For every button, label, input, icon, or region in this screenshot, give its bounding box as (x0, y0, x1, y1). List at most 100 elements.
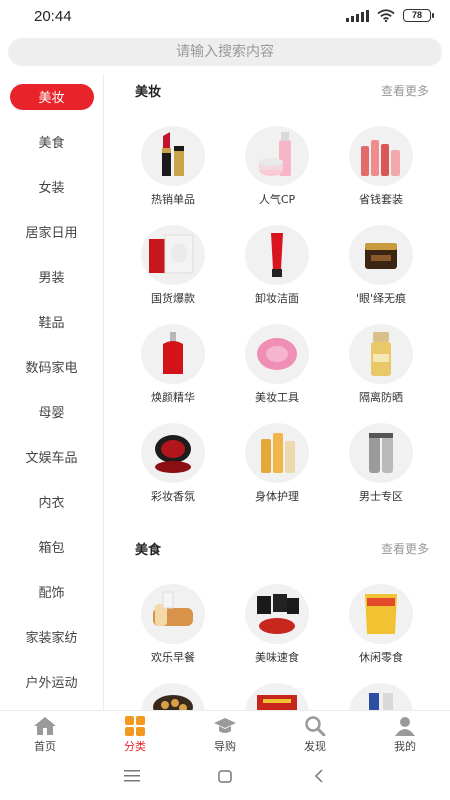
section-header: 美妆 查看更多 (104, 74, 450, 106)
lipstick-icon (141, 126, 205, 186)
subcategory-item[interactable]: 美妆工具 (225, 324, 329, 423)
subcategory-item[interactable]: 彩妆香氛 (121, 423, 225, 522)
section-header: 美食 查看更多 (104, 532, 450, 564)
category-content: 美妆 查看更多 热销单品 人气CP 省钱套装 国货爆款 卸妆洁面 '眼'绎无痕 … (104, 74, 450, 710)
sidebar-item-entertainment-auto[interactable]: 文娱车品 (0, 434, 103, 479)
drinks-icon (349, 683, 413, 710)
subcategory-label: 美妆工具 (255, 391, 299, 404)
subcategory-item[interactable]: 美味速食 (225, 584, 329, 683)
tab-profile[interactable]: 我的 (360, 711, 450, 756)
subcategory-label: 隔离防晒 (359, 391, 403, 404)
search-input[interactable] (8, 44, 442, 60)
sidebar-item-bags[interactable]: 箱包 (0, 524, 103, 569)
subcategory-item[interactable]: 卸妆洁面 (225, 225, 329, 324)
subcategory-label: 欢乐早餐 (151, 651, 195, 664)
sidebar-item-label: 美食 (38, 136, 65, 151)
sidebar-item-baby[interactable]: 母婴 (0, 389, 103, 434)
sidebar-item-label: 户外运动 (25, 676, 78, 691)
instant-noodles-icon (245, 584, 309, 644)
category-sidebar: 美妆 美食 女装 居家日用 男装 鞋品 数码家电 母婴 文娱车品 内衣 箱包 配… (0, 74, 104, 710)
status-bar: 20:44 78 (0, 0, 450, 34)
tab-home[interactable]: 首页 (0, 711, 90, 756)
see-more-link[interactable]: 查看更多 (381, 540, 429, 557)
subcategory-item[interactable]: 男士专区 (329, 423, 433, 522)
sidebar-item-label: 数码家电 (25, 361, 78, 376)
subcategory-item[interactable]: 焕颜精华 (121, 324, 225, 423)
sidebar-item-mens-clothing[interactable]: 男装 (0, 254, 103, 299)
face-mask-icon (141, 225, 205, 285)
subcategory-label: 卸妆洁面 (255, 292, 299, 305)
sidebar-item-womens-clothing[interactable]: 女装 (0, 164, 103, 209)
cookies-icon (141, 683, 205, 710)
subcategory-label: 彩妆香氛 (151, 490, 195, 503)
tab-discover[interactable]: 发现 (270, 711, 360, 756)
subcategory-item[interactable]: 隔离防晒 (329, 324, 433, 423)
sidebar-item-label: 女装 (38, 181, 65, 196)
sidebar-item-beauty[interactable]: 美妆 (0, 74, 103, 119)
subcategory-item[interactable]: 热销单品 (121, 126, 225, 225)
sidebar-item-digital[interactable]: 数码家电 (0, 344, 103, 389)
sidebar-item-label: 美妆 (9, 83, 94, 110)
sidebar-item-shoes[interactable]: 鞋品 (0, 299, 103, 344)
sidebar-item-household[interactable]: 居家日用 (0, 209, 103, 254)
graduation-cap-icon (214, 718, 236, 733)
snack-bag-icon (349, 584, 413, 644)
sidebar-item-label: 男装 (38, 271, 65, 286)
tab-label: 导购 (214, 740, 236, 753)
menu-icon[interactable] (124, 770, 140, 782)
subcategory-item[interactable]: 省钱套装 (329, 126, 433, 225)
sunscreen-icon (349, 324, 413, 384)
system-nav-bar (0, 756, 450, 800)
sidebar-item-food[interactable]: 美食 (0, 119, 103, 164)
home-button-icon[interactable] (218, 770, 232, 783)
subcategory-grid: 欢乐早餐 美味速食 休闲零食 (104, 564, 450, 710)
subcategory-item[interactable] (329, 683, 433, 710)
tab-label: 首页 (34, 740, 56, 753)
sidebar-item-label: 配饰 (38, 586, 65, 601)
bread-icon (141, 584, 205, 644)
subcategory-label: 人气CP (258, 193, 296, 206)
sidebar-item-label: 家装家纺 (25, 631, 78, 646)
body-care-bottles-icon (245, 423, 309, 483)
back-icon[interactable] (314, 769, 324, 783)
subcategory-item[interactable] (121, 683, 225, 710)
status-time: 20:44 (34, 8, 72, 25)
search-icon (305, 716, 326, 736)
tab-label: 发现 (304, 740, 326, 753)
subcategory-item[interactable]: 休闲零食 (329, 584, 433, 683)
mens-care-icon (349, 423, 413, 483)
subcategory-item[interactable]: 欢乐早餐 (121, 584, 225, 683)
subcategory-label: 休闲零食 (359, 651, 403, 664)
sidebar-item-underwear[interactable]: 内衣 (0, 479, 103, 524)
subcategory-item[interactable] (225, 683, 329, 710)
sidebar-item-outdoor[interactable]: 户外运动 (0, 659, 103, 704)
tab-category[interactable]: 分类 (90, 711, 180, 756)
status-indicators: 78 (346, 9, 434, 22)
tab-shopping-guide[interactable]: 导购 (180, 711, 270, 756)
wifi-icon (377, 9, 395, 22)
home-icon (34, 717, 56, 735)
subcategory-label: 省钱套装 (359, 193, 403, 206)
cleanser-tube-icon (245, 225, 309, 285)
subcategory-item[interactable]: 国货爆款 (121, 225, 225, 324)
subcategory-item[interactable]: 人气CP (225, 126, 329, 225)
eye-cream-jar-icon (349, 225, 413, 285)
subcategory-item[interactable]: 身体护理 (225, 423, 329, 522)
section-food: 美食 查看更多 欢乐早餐 美味速食 休闲零食 (104, 532, 450, 710)
sidebar-item-home-textiles[interactable]: 家装家纺 (0, 614, 103, 659)
section-title: 美食 (135, 543, 162, 558)
subcategory-item[interactable]: '眼'绎无痕 (329, 225, 433, 324)
sidebar-item-accessories[interactable]: 配饰 (0, 569, 103, 614)
subcategory-grid: 热销单品 人气CP 省钱套装 国货爆款 卸妆洁面 '眼'绎无痕 焕颜精华 美妆工… (104, 106, 450, 522)
section-title: 美妆 (135, 85, 162, 100)
sidebar-item-label: 居家日用 (25, 226, 78, 241)
tab-label: 我的 (394, 740, 416, 753)
search-bar[interactable] (8, 38, 442, 66)
see-more-link[interactable]: 查看更多 (381, 82, 429, 99)
section-beauty: 美妆 查看更多 热销单品 人气CP 省钱套装 国货爆款 卸妆洁面 '眼'绎无痕 … (104, 74, 450, 522)
subcategory-label: 美味速食 (255, 651, 299, 664)
skincare-bottles-icon (245, 126, 309, 186)
cushion-compact-icon (141, 423, 205, 483)
gift-box-icon (245, 683, 309, 710)
skincare-set-icon (349, 126, 413, 186)
